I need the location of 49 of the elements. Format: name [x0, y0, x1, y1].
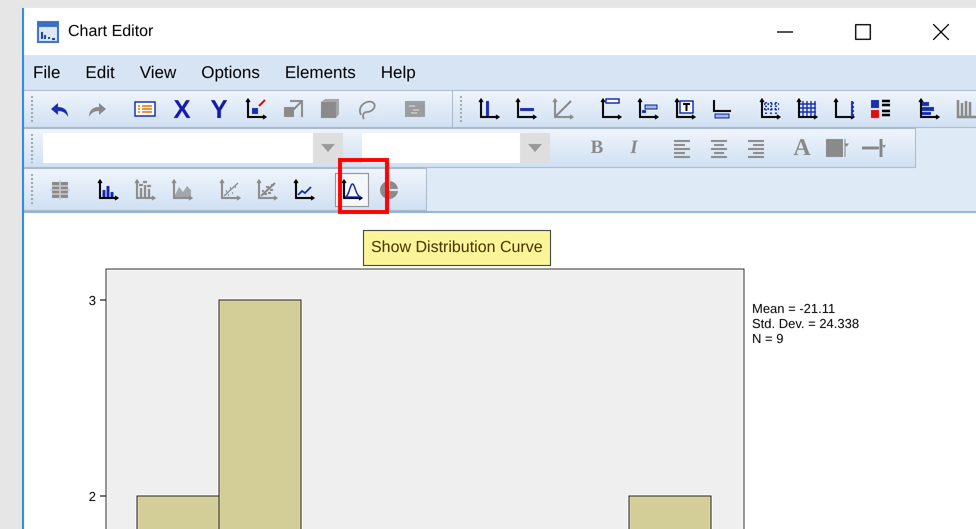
- tick-axis-icon: [832, 97, 856, 121]
- menu-item[interactable]: Elements: [282, 58, 371, 88]
- text-box-icon: [673, 97, 697, 121]
- menu-item[interactable]: View: [136, 58, 192, 88]
- caret-icon: [321, 144, 335, 152]
- frame-icon: [48, 178, 72, 202]
- distribution-curve-icon: [340, 178, 364, 202]
- legend-bar-icon: [636, 97, 660, 121]
- close-icon: [933, 24, 949, 40]
- x-axis-icon: [514, 97, 538, 121]
- gridlines-icon: [795, 97, 819, 121]
- axis-letter-button[interactable]: X: [165, 92, 199, 126]
- area-chart-icon: [170, 178, 194, 202]
- statistics-text: Std. Dev. = 24.338: [752, 316, 860, 331]
- line-chart-icon: [292, 178, 316, 202]
- footnote-icon: [710, 97, 734, 121]
- axis-letter-button[interactable]: Y: [202, 92, 236, 126]
- window-title: Chart Editor: [68, 22, 154, 40]
- fill-color-icon: [825, 136, 849, 160]
- y-axis-icon: [477, 97, 501, 121]
- cube-icon: [318, 97, 342, 121]
- dropdown-field[interactable]: [362, 133, 550, 163]
- tick-label: 3: [88, 293, 96, 308]
- error-bars-icon: [133, 178, 157, 202]
- legend-icon: [869, 97, 893, 121]
- scatter-icon: [218, 178, 242, 202]
- minimize-icon: [777, 30, 793, 32]
- tick-label: 2: [88, 489, 96, 504]
- app-icon: [36, 20, 60, 44]
- menu-item[interactable]: Options: [198, 58, 275, 88]
- menu-item[interactable]: File: [30, 58, 76, 88]
- axis-select-icon: [244, 97, 268, 121]
- dense-scatter-icon: [255, 178, 279, 202]
- vertical-bars-icon: [954, 97, 976, 121]
- menu-item[interactable]: Edit: [82, 58, 130, 88]
- dot-grid-icon: [758, 97, 782, 121]
- diagonal-line-icon: [551, 97, 575, 121]
- horizontal-bars-icon: [917, 97, 941, 121]
- maximize-icon: [855, 24, 871, 40]
- statistics-text: N = 9: [752, 331, 784, 346]
- statistics-text: Mean = -21.11: [752, 301, 836, 316]
- caret-icon: [528, 144, 542, 152]
- menu-item[interactable]: Help: [378, 58, 431, 88]
- pie-chart-icon: [377, 178, 401, 202]
- title-icon: [599, 97, 623, 121]
- bar-chart-icon: [96, 178, 120, 202]
- tooltip: Show Distribution Curve: [363, 230, 551, 266]
- line-style-icon: [862, 136, 886, 160]
- dropdown-field[interactable]: [43, 133, 343, 163]
